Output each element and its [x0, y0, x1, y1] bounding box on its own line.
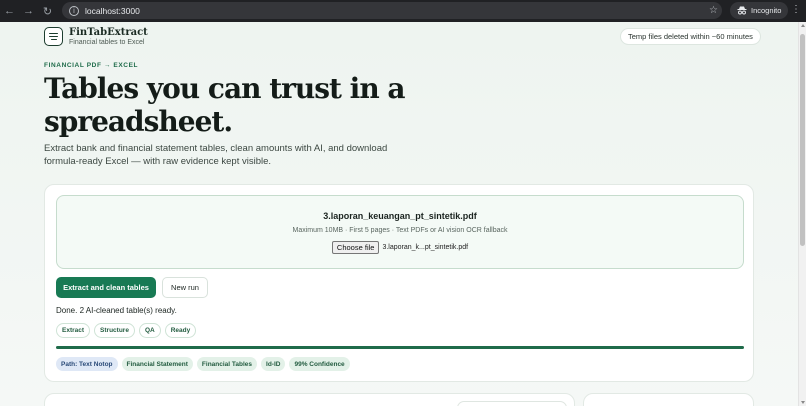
tag-confidence: 99% Confidence: [289, 357, 350, 371]
progress-fill: [56, 346, 744, 349]
stage-ready: Ready: [164, 323, 197, 338]
extract-tables-button[interactable]: Extract and clean tables: [56, 277, 156, 298]
stage-structure: Structure: [94, 323, 135, 338]
table-selector[interactable]: [457, 401, 567, 406]
site-info-icon[interactable]: i: [69, 5, 79, 16]
qa-checks-card: [583, 393, 754, 406]
tag-table-kind: Financial Tables: [196, 357, 258, 371]
scroll-down-arrow-icon[interactable]: [801, 401, 805, 404]
hero-description: Extract bank and financial statement tab…: [44, 143, 388, 167]
tag-path: Path: Text Notop: [56, 357, 118, 371]
status-message: Done. 2 AI-cleaned table(s) ready.: [56, 306, 177, 315]
selected-file-title: 3.laporan_keuangan_pt_sintetik.pdf: [323, 211, 477, 221]
chosen-file-name: 3.laporan_k...pt_sintetik.pdf: [382, 244, 469, 251]
kebab-menu-icon[interactable]: ⋮: [791, 4, 801, 15]
progress-bar: [56, 346, 744, 349]
page-scrollbar[interactable]: [798, 22, 806, 406]
back-arrow-icon[interactable]: ←: [0, 0, 19, 22]
choose-file-button[interactable]: Choose file: [331, 241, 380, 254]
reload-icon[interactable]: ↻: [38, 0, 57, 22]
file-dropzone[interactable]: 3.laporan_keuangan_pt_sintetik.pdf Maxim…: [56, 195, 744, 269]
stage-qa: QA: [138, 323, 161, 338]
logo-icon: [44, 27, 63, 46]
incognito-label: Incognito: [751, 6, 782, 15]
new-run-button[interactable]: New run: [162, 277, 208, 298]
tag-locale: Id-ID: [261, 357, 286, 371]
pipeline-stages: Extract Structure QA Ready: [56, 323, 197, 338]
forward-arrow-icon[interactable]: →: [19, 0, 38, 22]
address-bar[interactable]: i localhost:3000 ☆: [62, 2, 722, 19]
file-input[interactable]: Choose file 3.laporan_k...pt_sintetik.pd…: [57, 241, 743, 254]
brand[interactable]: FinTabExtract Financial tables to Excel: [44, 27, 148, 46]
table-review-card: [44, 393, 575, 406]
tag-document-type: Financial Statement: [121, 357, 193, 371]
upload-card: 3.laporan_keuangan_pt_sintetik.pdf Maxim…: [44, 184, 754, 382]
hero-eyebrow: FINANCIAL PDF → EXCEL: [44, 62, 139, 69]
scroll-up-arrow-icon[interactable]: [801, 24, 805, 27]
star-icon[interactable]: ☆: [709, 5, 718, 16]
hero-title: Tables you can trust in a spreadsheet.: [44, 72, 406, 138]
browser-toolbar: ← → ↻ i localhost:3000 ☆ Incognito ⋮: [0, 0, 806, 22]
upload-limits: Maximum 10MB · First 5 pages · Text PDFs…: [292, 227, 508, 234]
page-viewport: FinTabExtract Financial tables to Excel …: [0, 22, 798, 406]
result-tags: Path: Text Notop Financial Statement Fin…: [56, 357, 350, 371]
temp-files-note: Temp files deleted within ~60 minutes: [620, 28, 761, 45]
brand-tagline: Financial tables to Excel: [69, 39, 145, 46]
stage-extract: Extract: [56, 323, 91, 338]
brand-name: FinTabExtract: [69, 27, 148, 38]
url-text[interactable]: localhost:3000: [85, 6, 140, 16]
scrollbar-thumb[interactable]: [800, 34, 805, 246]
incognito-icon: [737, 6, 747, 15]
incognito-indicator[interactable]: Incognito: [730, 2, 789, 19]
